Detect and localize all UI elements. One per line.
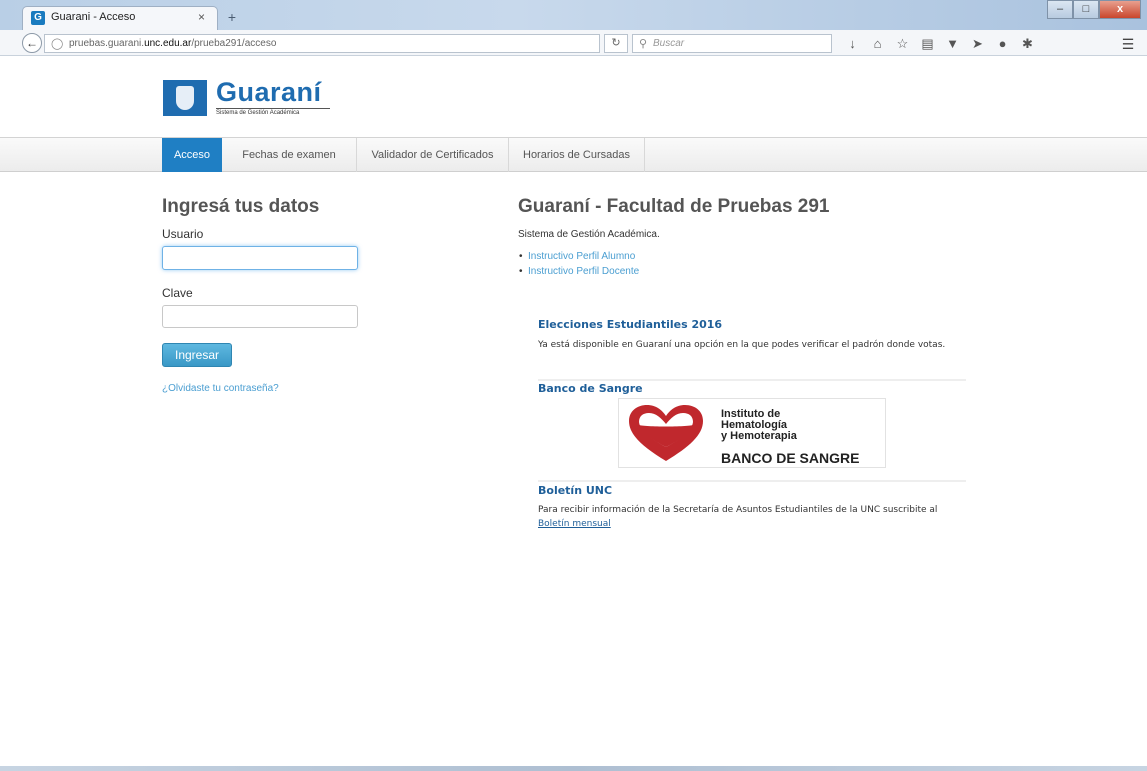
news-body-elecciones: Ya está disponible en Guaraní una opción… <box>538 340 946 350</box>
faculty-subtitle: Sistema de Gestión Académica. <box>518 229 660 240</box>
menu-item-fechas-de-examen[interactable]: Fechas de examen <box>222 138 357 172</box>
faculty-heading: Guaraní - Facultad de Pruebas 291 <box>518 196 830 217</box>
maximize-button[interactable]: □ <box>1073 0 1099 19</box>
banco-de-sangre-banner[interactable]: Instituto de Hematología y Hemoterapia B… <box>618 398 886 468</box>
navigation-toolbar: ← ◯ pruebas.guarani.unc.edu.ar/prueba291… <box>0 30 1147 56</box>
search-icon: ⚲ <box>639 38 648 50</box>
usuario-label: Usuario <box>162 227 204 241</box>
clave-label: Clave <box>162 286 193 300</box>
boletin-mensual-link[interactable]: Boletín mensual <box>538 519 611 529</box>
pocket-icon[interactable]: ▼ <box>940 35 965 53</box>
logo-title: Guaraní <box>216 77 322 107</box>
instructivo-docente-link[interactable]: Instructivo Perfil Docente <box>519 266 639 277</box>
logo-subtitle: Sistema de Gestión Académica <box>216 110 300 116</box>
banner-text-line3: y Hemoterapia <box>721 430 797 442</box>
search-bar[interactable]: ⚲ Buscar <box>632 34 832 53</box>
news-body-boletin: Para recibir información de la Secretarí… <box>538 505 938 529</box>
new-tab-button[interactable]: + <box>222 9 242 27</box>
taskbar-strip <box>0 766 1147 771</box>
tab-close-icon[interactable]: × <box>198 10 205 24</box>
title-bar: G Guarani - Acceso × + – □ x <box>0 0 1147 30</box>
news-title-banco-de-sangre: Banco de Sangre <box>538 382 643 395</box>
site-identity-icon[interactable]: ◯ <box>51 37 63 50</box>
news-divider <box>538 480 966 482</box>
downloads-icon[interactable]: ↓ <box>840 35 865 53</box>
bookmark-star-icon[interactable]: ☆ <box>890 35 915 53</box>
url-domain: unc.edu.ar <box>144 38 192 49</box>
news-title-elecciones: Elecciones Estudiantiles 2016 <box>538 318 723 331</box>
home-icon[interactable]: ⌂ <box>865 35 890 53</box>
reload-button[interactable]: ↻ <box>604 34 628 53</box>
back-button[interactable]: ← <box>22 33 42 53</box>
url-text: pruebas.guarani.unc.edu.ar/prueba291/acc… <box>69 38 277 49</box>
search-placeholder: Buscar <box>653 38 685 49</box>
menu-item-horarios-de-cursadas[interactable]: Horarios de Cursadas <box>509 138 645 172</box>
menu-item-acceso[interactable]: Acceso <box>162 138 222 172</box>
chat-icon[interactable]: ● <box>990 35 1015 53</box>
hamburger-menu-icon[interactable]: ☰ <box>1118 35 1138 53</box>
forgot-password-link[interactable]: ¿Olvidaste tu contraseña? <box>162 383 279 394</box>
news-title-boletin: Boletín UNC <box>538 484 613 497</box>
bookmarks-menu-icon[interactable]: ▤ <box>915 35 940 53</box>
login-heading: Ingresá tus datos <box>162 196 320 217</box>
toolbar-icons: ↓ ⌂ ☆ ▤ ▼ ➤ ● ✱ <box>840 35 1040 53</box>
instructivo-alumno-link[interactable]: Instructivo Perfil Alumno <box>519 251 635 262</box>
clave-input[interactable] <box>162 305 358 328</box>
window-controls: – □ x <box>1047 0 1141 20</box>
browser-tab[interactable]: G Guarani - Acceso × <box>22 6 218 30</box>
heart-logo-icon <box>629 405 703 461</box>
site-header: Guaraní Sistema de Gestión Académica <box>0 57 1147 137</box>
logo-divider <box>216 108 330 109</box>
browser-window: G Guarani - Acceso × + – □ x ← ◯ pruebas… <box>0 0 1147 771</box>
send-icon[interactable]: ➤ <box>965 35 990 53</box>
minimize-button[interactable]: – <box>1047 0 1073 19</box>
ingresar-button[interactable]: Ingresar <box>162 343 232 367</box>
news-divider <box>538 379 966 381</box>
menu-item-validador-de-certificados[interactable]: Validador de Certificados <box>357 138 509 172</box>
guarani-favicon-icon: G <box>31 11 45 25</box>
banner-text-line4: BANCO DE SANGRE <box>721 450 860 466</box>
unc-emblem-icon <box>163 80 207 116</box>
usuario-input[interactable] <box>162 246 358 270</box>
address-bar[interactable]: ◯ pruebas.guarani.unc.edu.ar/prueba291/a… <box>44 34 600 53</box>
close-window-button[interactable]: x <box>1099 0 1141 19</box>
tab-title: Guarani - Acceso <box>51 11 136 23</box>
extension-icon[interactable]: ✱ <box>1015 35 1040 53</box>
main-menu: Acceso Fechas de examen Validador de Cer… <box>0 137 1147 172</box>
